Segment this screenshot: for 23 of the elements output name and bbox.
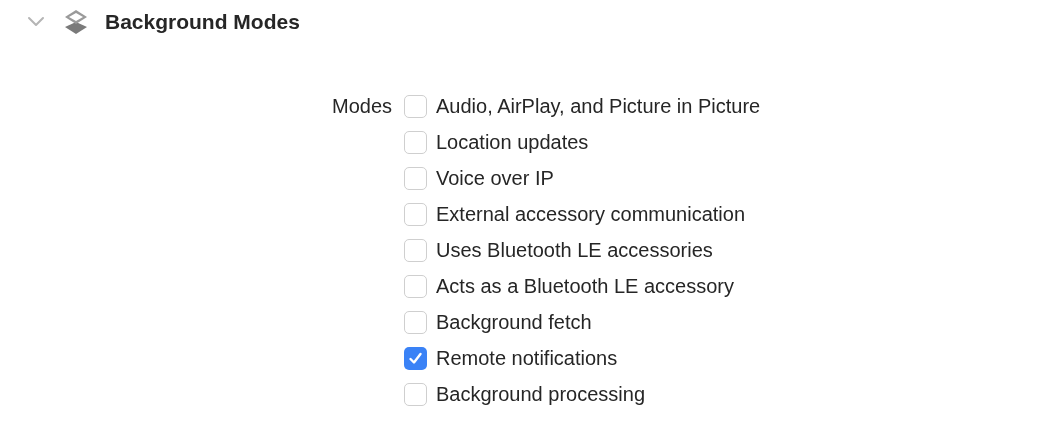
layers-icon xyxy=(63,9,89,35)
checkbox[interactable] xyxy=(404,94,427,118)
section-title: Background Modes xyxy=(105,9,300,36)
checkbox-label: Location updates xyxy=(436,130,589,155)
checkbox[interactable] xyxy=(404,346,427,370)
checkbox[interactable] xyxy=(404,310,427,334)
checkbox[interactable] xyxy=(404,238,427,262)
checkbox-label: Background processing xyxy=(436,382,645,407)
checkbox[interactable] xyxy=(404,166,427,190)
checkbox[interactable] xyxy=(404,382,427,406)
checkbox-label: External accessory communication xyxy=(436,202,745,227)
modes-label: Modes xyxy=(330,94,393,119)
chevron-icon[interactable] xyxy=(26,16,46,28)
checkbox-label: Background fetch xyxy=(436,310,592,335)
checkbox[interactable] xyxy=(404,202,427,226)
checkbox[interactable] xyxy=(404,274,427,298)
checkbox[interactable] xyxy=(404,130,427,154)
checkbox-label: Audio, AirPlay, and Picture in Picture xyxy=(436,94,761,119)
checkbox-label: Voice over IP xyxy=(436,166,554,191)
checkbox-label: Acts as a Bluetooth LE accessory xyxy=(436,274,734,299)
checkmark-icon xyxy=(408,350,423,366)
checkbox-label: Remote notifications xyxy=(436,346,618,371)
checkbox-label: Uses Bluetooth LE accessories xyxy=(436,238,713,263)
